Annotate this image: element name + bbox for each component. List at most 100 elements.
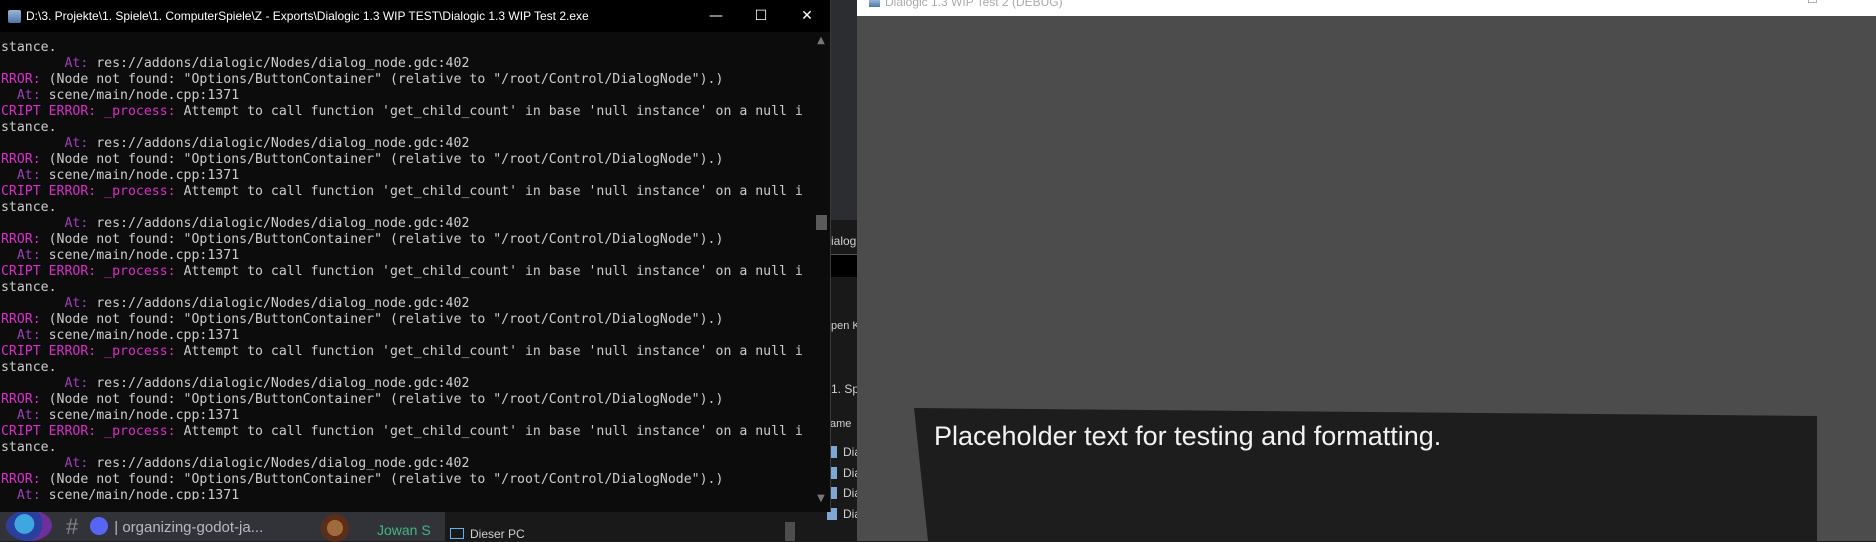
list-item[interactable]: Dia [827,507,861,521]
chevron-up-icon[interactable]: ▲ [812,34,830,48]
discord-channel-item[interactable]: # | organizing-godot-ja... [66,514,263,540]
log-prefix: ERROR: [0,232,41,247]
console-line: At: res://addons/dialogic/Nodes/dialog_n… [0,296,812,312]
list-item[interactable]: Dia [827,466,861,480]
console-line: At: res://addons/dialogic/Nodes/dialog_n… [0,216,812,232]
log-message: res://addons/dialogic/Nodes/dialog_node.… [96,216,470,231]
column-header-name[interactable]: ame [830,418,851,430]
log-message: Attempt to call function 'get_child_coun… [183,264,803,279]
log-prefix: SCRIPT ERROR: _process: [0,264,184,279]
log-prefix: At: [16,328,41,343]
console-line: ERROR: (Node not found: "Options/ButtonC… [0,392,812,408]
console-line: At: scene/main/node.cpp:1371 [0,248,812,264]
console-line: ERROR: (Node not found: "Options/ButtonC… [0,472,812,488]
minimize-button[interactable]: — [1762,0,1774,6]
log-message: (Node not found: "Options/ButtonContaine… [48,152,724,167]
list-item[interactable]: Dia [827,486,861,500]
console-line: nstance. [0,440,812,456]
server-icon[interactable] [6,510,52,541]
app-icon [869,0,880,7]
log-message: (Node not found: "Options/ButtonContaine… [48,232,724,247]
explorer-label: ialog [831,234,857,248]
console-line: At: res://addons/dialogic/Nodes/dialog_n… [0,376,812,392]
computer-icon [450,528,464,539]
console-line: At: res://addons/dialogic/Nodes/dialog_n… [0,56,812,72]
console-line: SCRIPT ERROR: _process: Attempt to call … [0,184,812,200]
log-prefix: At: [16,408,41,423]
console-output[interactable]: nstance. At: res://addons/dialogic/Nodes… [0,40,812,500]
log-prefix: ERROR: [0,472,41,487]
discord-user-item[interactable]: Jowan S [315,512,435,542]
log-message: nstance. [0,280,57,295]
app-icon [8,10,21,23]
sidebar-item-this-pc[interactable]: Dieser PC [450,527,525,541]
minimize-button[interactable]: — [693,0,739,32]
log-message: Attempt to call function 'get_child_coun… [183,184,803,199]
log-prefix: SCRIPT ERROR: _process: [0,184,184,199]
log-prefix: ERROR: [0,152,41,167]
address-bar[interactable] [831,255,857,277]
console-line: SCRIPT ERROR: _process: Attempt to call … [0,104,812,120]
log-prefix: SCRIPT ERROR: _process: [0,344,184,359]
log-message: nstance. [0,40,57,55]
avatar [321,514,349,542]
explorer-label: pen K [831,320,860,332]
log-message: nstance. [0,200,57,215]
log-prefix: At: [16,488,41,500]
hash-icon: # [66,514,79,539]
console-line: nstance. [0,200,812,216]
list-item[interactable]: Dia [827,445,861,459]
log-message: scene/main/node.cpp:1371 [48,88,240,103]
console-line: At: scene/main/node.cpp:1371 [0,488,812,500]
log-prefix: ERROR: [0,312,41,327]
log-message: res://addons/dialogic/Nodes/dialog_node.… [96,376,470,391]
log-prefix: At: [0,56,97,71]
log-message: scene/main/node.cpp:1371 [48,168,240,183]
log-message: nstance. [0,120,57,135]
console-titlebar[interactable]: D:\3. Projekte\1. Spiele\1. ComputerSpie… [0,0,830,32]
log-message: res://addons/dialogic/Nodes/dialog_node.… [96,56,470,71]
maximize-button[interactable]: ☐ [738,0,784,32]
channel-label: | organizing-godot-ja... [114,519,264,536]
log-message: scene/main/node.cpp:1371 [48,248,240,263]
console-line: SCRIPT ERROR: _process: Attempt to call … [0,424,812,440]
console-line: At: res://addons/dialogic/Nodes/dialog_n… [0,136,812,152]
maximize-button[interactable]: ☐ [1807,0,1818,6]
close-button[interactable]: ✕ [784,0,830,32]
log-message: (Node not found: "Options/ButtonContaine… [48,312,724,327]
console-line: At: scene/main/node.cpp:1371 [0,328,812,344]
log-message: scene/main/node.cpp:1371 [48,488,240,500]
console-line: ERROR: (Node not found: "Options/ButtonC… [0,72,812,88]
username: Jowan S [377,522,431,538]
console-line: ERROR: (Node not found: "Options/ButtonC… [0,232,812,248]
window-title: D:\3. Projekte\1. Spiele\1. ComputerSpie… [26,9,589,23]
console-line: At: scene/main/node.cpp:1371 [0,168,812,184]
game-window: Dialogic 1.3 WIP Test 2 (DEBUG) — ☐ Plac… [857,0,1876,541]
console-line: At: scene/main/node.cpp:1371 [0,408,812,424]
console-line: nstance. [0,360,812,376]
log-prefix: At: [0,376,97,391]
scrollbar[interactable]: ▲ ▼ [812,32,830,512]
log-prefix: At: [0,216,97,231]
log-message: nstance. [0,440,57,455]
log-prefix: ERROR: [0,392,41,407]
dialog-text: Placeholder text for testing and formatt… [934,421,1442,451]
game-titlebar[interactable]: Dialogic 1.3 WIP Test 2 (DEBUG) — ☐ [857,0,1876,16]
log-message: res://addons/dialogic/Nodes/dialog_node.… [96,136,470,151]
log-message: (Node not found: "Options/ButtonContaine… [48,72,724,87]
console-line: nstance. [0,40,812,56]
log-message: nstance. [0,360,57,375]
log-message: (Node not found: "Options/ButtonContaine… [48,392,724,407]
console-line: SCRIPT ERROR: _process: Attempt to call … [0,344,812,360]
scrollbar[interactable] [785,522,795,541]
log-prefix: SCRIPT ERROR: _process: [0,104,184,119]
log-prefix: SCRIPT ERROR: _process: [0,424,184,439]
chevron-down-icon[interactable]: ▼ [812,492,830,506]
console-line: ERROR: (Node not found: "Options/ButtonC… [0,312,812,328]
scrollbar-thumb[interactable] [816,215,827,230]
log-message: Attempt to call function 'get_child_coun… [183,344,803,359]
log-prefix: At: [0,296,97,311]
breadcrumb[interactable]: 1. Sp [831,382,859,396]
console-line: ERROR: (Node not found: "Options/ButtonC… [0,152,812,168]
log-prefix: ERROR: [0,72,41,87]
